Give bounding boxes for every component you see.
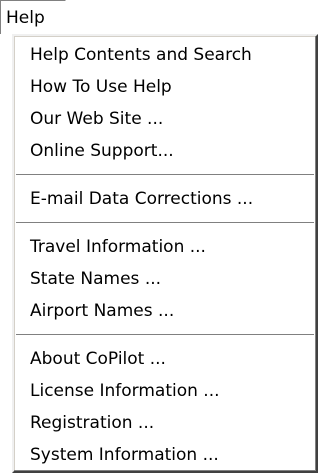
menu-help-label: Help (6, 8, 45, 28)
menu-item-how-to-use-help[interactable]: How To Use Help (14, 71, 316, 103)
menu-item-system-information[interactable]: System Information ... (14, 439, 316, 471)
menu-item-our-web-site[interactable]: Our Web Site ... (14, 103, 316, 135)
menu-item-email-data-corrections[interactable]: E-mail Data Corrections ... (14, 183, 316, 215)
menu-item-travel-information[interactable]: Travel Information ... (14, 231, 316, 263)
menu-item-about-copilot[interactable]: About CoPilot ... (14, 343, 316, 375)
menu-item-state-names[interactable]: State Names ... (14, 263, 316, 295)
menu-separator (14, 215, 316, 231)
menu-item-help-contents[interactable]: Help Contents and Search (14, 39, 316, 71)
menu-item-online-support[interactable]: Online Support... (14, 135, 316, 167)
menu-item-airport-names[interactable]: Airport Names ... (14, 295, 316, 327)
help-dropdown-menu: Help Contents and Search How To Use Help… (12, 34, 318, 473)
menu-item-registration[interactable]: Registration ... (14, 407, 316, 439)
menu-item-license-information[interactable]: License Information ... (14, 375, 316, 407)
menu-separator (14, 167, 316, 183)
menu-separator (14, 327, 316, 343)
menu-help[interactable]: Help (0, 0, 66, 34)
